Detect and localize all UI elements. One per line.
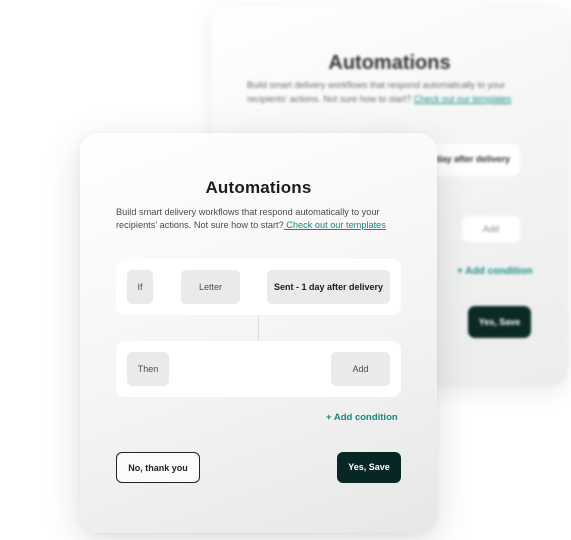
background-add-condition-link: + Add condition (457, 266, 533, 277)
then-action-row: Then Add (116, 341, 401, 397)
background-title: Automations (328, 52, 451, 74)
if-condition-row: If Letter Sent - 1 day after delivery (116, 259, 401, 315)
templates-link[interactable]: Check out our templates (284, 220, 386, 230)
add-action-button[interactable]: Add (331, 352, 390, 386)
trigger-type-select[interactable]: Letter (181, 270, 240, 304)
if-keyword-pill: If (127, 270, 153, 304)
background-condition-value: day after delivery (435, 154, 510, 164)
row-connector-line (258, 315, 259, 341)
modal-description: Build smart delivery workflows that resp… (116, 206, 406, 232)
add-condition-link[interactable]: + Add condition (326, 412, 398, 423)
modal-title: Automations (205, 178, 312, 197)
background-save-button: Yes, Save (468, 306, 531, 338)
cancel-button[interactable]: No, thank you (116, 452, 200, 483)
background-description: Build smart delivery workflows that resp… (247, 78, 547, 106)
save-button[interactable]: Yes, Save (337, 452, 401, 483)
trigger-condition-select[interactable]: Sent - 1 day after delivery (267, 270, 390, 304)
then-keyword-pill: Then (127, 352, 169, 386)
background-templates-link: Check out our templates (413, 94, 512, 104)
automations-modal: Automations Build smart delivery workflo… (80, 133, 437, 533)
background-add-button: Add (462, 216, 520, 242)
